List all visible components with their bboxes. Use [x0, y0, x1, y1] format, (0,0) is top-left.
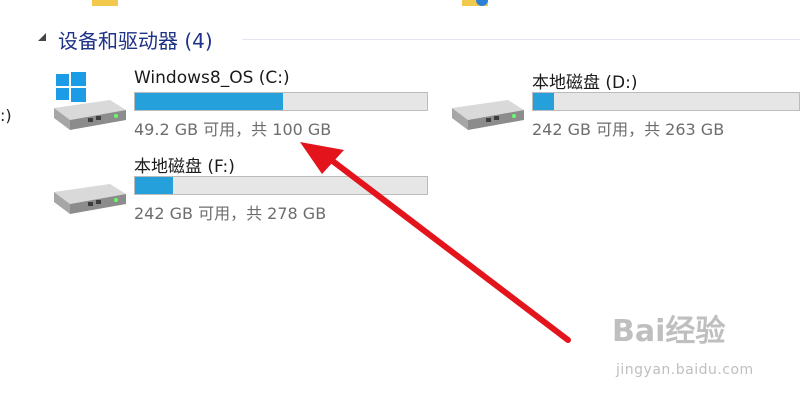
- collapse-triangle-icon[interactable]: [37, 32, 47, 42]
- drive-item-d[interactable]: 本地磁盘 (D:) 242 GB 可用，共 263 GB: [450, 72, 800, 142]
- drive-space-text: 49.2 GB 可用，共 100 GB: [134, 120, 332, 139]
- baidu-jingyan-watermark: Bai经验 jingyan.baidu.com: [612, 306, 782, 386]
- watermark-site: jingyan.baidu.com: [616, 362, 754, 378]
- drive-space-text: 242 GB 可用，共 263 GB: [532, 120, 725, 139]
- drive-item-c[interactable]: Windows8_OS (C:) 49.2 GB 可用，共 100 GB: [52, 68, 432, 142]
- drive-usage-bar: [134, 176, 428, 195]
- drive-space-text: 242 GB 可用，共 278 GB: [134, 204, 327, 223]
- left-edge-label: :): [0, 106, 12, 125]
- group-divider: [242, 39, 800, 40]
- drive-usage-fill: [533, 93, 555, 110]
- drive-usage-fill: [135, 177, 173, 194]
- drive-usage-fill: [135, 93, 284, 110]
- group-title: 设备和驱动器 (4): [58, 29, 213, 53]
- drive-usage-bar: [134, 92, 428, 111]
- hard-drive-icon: [452, 100, 524, 130]
- watermark-logo: Bai经验: [612, 314, 726, 349]
- hard-drive-icon: [54, 184, 126, 214]
- drive-name: Windows8_OS (C:): [134, 68, 290, 88]
- devices-group-header[interactable]: 设备和驱动器 (4): [34, 24, 800, 54]
- drive-usage-bar: [532, 92, 800, 111]
- drive-name: 本地磁盘 (F:): [134, 157, 235, 177]
- windows-system-drive-icon: [54, 72, 126, 130]
- folder-icon[interactable]: [462, 0, 488, 6]
- drive-name: 本地磁盘 (D:): [532, 73, 638, 93]
- folder-icon[interactable]: [92, 0, 118, 6]
- drive-item-f[interactable]: 本地磁盘 (F:) 242 GB 可用，共 278 GB: [52, 156, 432, 226]
